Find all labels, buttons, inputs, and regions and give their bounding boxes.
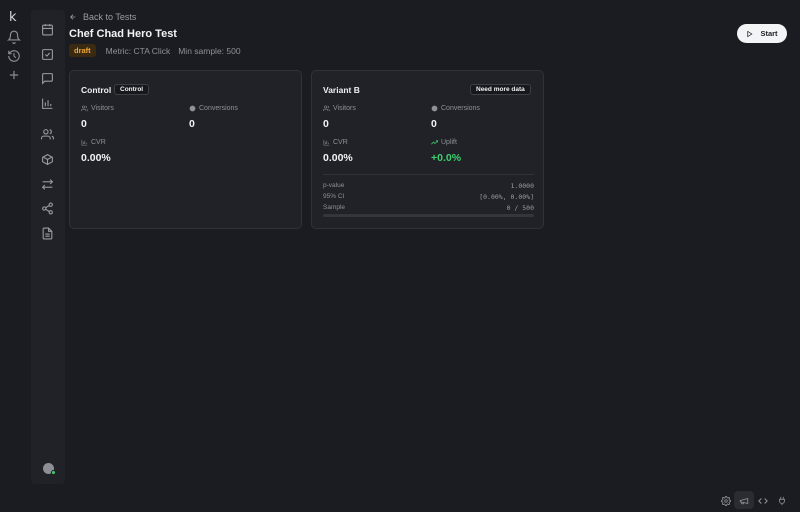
bar-chart-icon: [323, 139, 330, 146]
arrow-left-icon: [70, 14, 76, 20]
conversions-value: 0: [189, 118, 195, 130]
sample-label: Sample: [323, 204, 346, 211]
users-icon[interactable]: [41, 128, 54, 141]
users-icon: [323, 105, 330, 112]
app-logo[interactable]: k: [9, 10, 17, 25]
plugin-icon[interactable]: [777, 496, 787, 506]
target-icon: [189, 105, 196, 112]
cvr-label: CVR: [81, 139, 106, 146]
control-tag: Control: [114, 84, 150, 95]
conversions-label: Conversions: [189, 105, 238, 112]
message-icon[interactable]: [41, 72, 54, 85]
start-label: Start: [760, 29, 778, 38]
bell-icon[interactable]: [7, 30, 21, 44]
min-sample-text: Min sample: 500: [178, 45, 241, 56]
share-icon[interactable]: [41, 202, 54, 215]
box-icon[interactable]: [41, 153, 54, 166]
control-title: Control: [81, 85, 112, 95]
app-rail: k: [0, 0, 30, 512]
back-label: Back to Tests: [83, 12, 137, 22]
uplift-label: Uplift: [431, 139, 457, 146]
test-meta: draft Metric: CTA Click Min sample: 500: [69, 44, 241, 57]
cvr-label: CVR: [323, 139, 348, 146]
target-icon: [431, 105, 438, 112]
users-icon: [81, 105, 88, 112]
need-more-data-badge: Need more data: [470, 84, 531, 95]
status-badge: draft: [69, 44, 96, 57]
conversions-value: 0: [431, 118, 437, 130]
visitors-value: 0: [323, 118, 329, 130]
avatar[interactable]: [43, 463, 56, 475]
cvr-value: 0.00%: [81, 152, 111, 164]
bar-chart-icon: [81, 139, 88, 146]
uplift-value: +0.0%: [431, 152, 462, 164]
calendar-icon[interactable]: [41, 23, 54, 36]
ci-row: 95% CI [0.00%, 0.00%]: [323, 193, 534, 202]
sample-row: Sample 0 / 500: [323, 204, 534, 213]
visitors-label: Visitors: [323, 105, 356, 112]
ci-value: [0.00%, 0.00%]: [479, 193, 534, 201]
play-icon: [747, 30, 753, 37]
visitors-label: Visitors: [81, 105, 114, 112]
metric-text: Metric: CTA Click: [105, 45, 171, 56]
page-title: Chef Chad Hero Test: [69, 28, 177, 40]
ci-label: 95% CI: [323, 193, 345, 200]
variant-title: Variant B: [323, 85, 360, 95]
plus-icon[interactable]: [7, 68, 21, 82]
sample-value: 0 / 500: [506, 204, 534, 212]
checkbox-icon[interactable]: [41, 48, 54, 61]
divider: [323, 174, 534, 175]
control-card: Control Control Visitors 0 Conversions 0…: [69, 70, 302, 229]
cvr-value: 0.00%: [323, 152, 353, 164]
start-button[interactable]: Start: [737, 24, 787, 43]
pvalue-value: 1.0000: [510, 182, 534, 190]
online-status-dot: [51, 470, 56, 475]
document-icon[interactable]: [41, 227, 54, 240]
code-icon[interactable]: [758, 496, 768, 506]
back-to-tests-link[interactable]: Back to Tests: [69, 11, 136, 23]
sidebar: [31, 10, 65, 484]
settings-icon[interactable]: [721, 496, 731, 506]
history-icon[interactable]: [7, 49, 21, 63]
variant-card: Variant B Need more data Visitors 0 Conv…: [311, 70, 544, 229]
pvalue-label: p-value: [323, 182, 345, 189]
transfer-icon[interactable]: [41, 178, 54, 191]
visitors-value: 0: [81, 118, 87, 130]
trending-up-icon: [431, 140, 438, 145]
pvalue-row: p-value 1.0000: [323, 182, 534, 191]
conversions-label: Conversions: [431, 105, 480, 112]
sample-progress-bar: [323, 214, 534, 217]
megaphone-icon[interactable]: [739, 496, 749, 506]
bar-chart-icon[interactable]: [41, 97, 54, 110]
